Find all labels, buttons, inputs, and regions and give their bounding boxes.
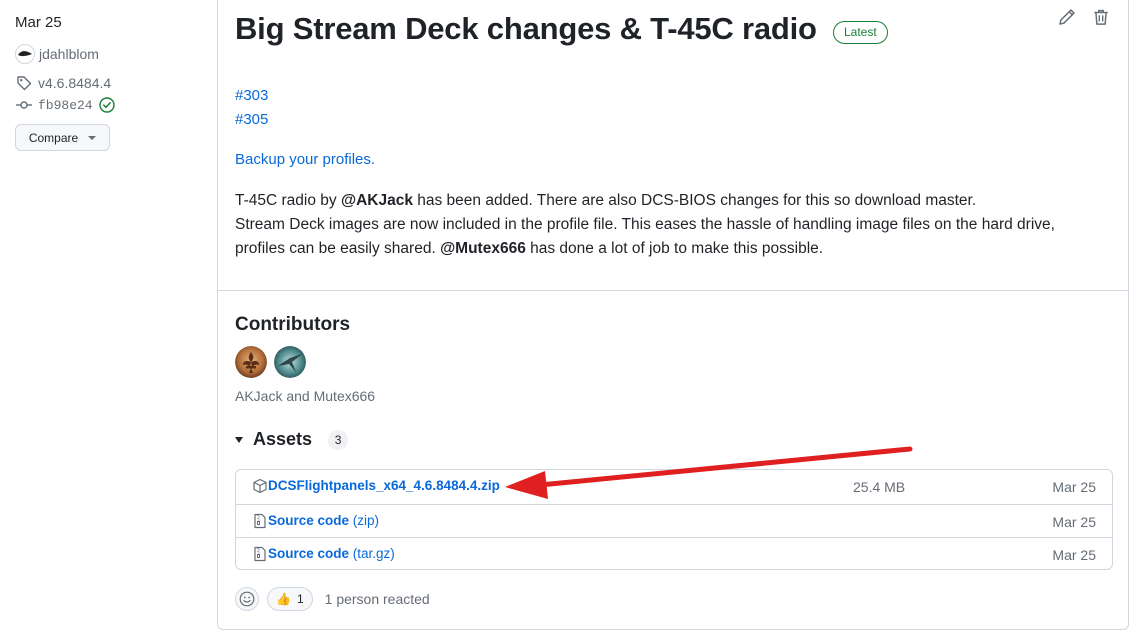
trash-icon[interactable] [1092, 8, 1110, 26]
line3-pre: profiles can be easily shared. [235, 240, 441, 257]
asset-name[interactable]: DCSFlightpanels_x64_4.6.8484.4.zip [268, 478, 500, 493]
verified-check-icon[interactable] [98, 97, 115, 113]
line3-post: has done a lot of job to make this possi… [525, 240, 824, 257]
commit-sha[interactable]: fb98e24 [38, 98, 93, 113]
release-notes-line-3: profiles can be easily shared. @Mutex666… [235, 237, 1115, 261]
line1-pre: T-45C radio by [235, 192, 341, 209]
asset-link-zip-release[interactable]: DCSFlightpanels_x64_4.6.8484.4.zip [268, 478, 500, 493]
compare-label: Compare [28, 130, 79, 145]
git-commit-icon [16, 101, 32, 109]
assets-count-badge: 3 [328, 429, 349, 450]
issue-link-305[interactable]: #305 [235, 111, 268, 128]
compare-button[interactable]: Compare [15, 124, 110, 151]
reaction-summary: 1 person reacted [324, 591, 430, 607]
mention-akjack[interactable]: @AKJack [341, 192, 413, 209]
release-title[interactable]: Big Stream Deck changes & T-45C radio [235, 11, 817, 47]
contributor-avatar-akjack[interactable] [235, 346, 267, 378]
asset-link-source-zip[interactable]: Source code (zip) [268, 513, 379, 528]
asset-date: Mar 25 [1052, 514, 1096, 530]
release-notes-line-1: T-45C radio by @AKJack has been added. T… [235, 189, 1115, 213]
tag-name[interactable]: v4.6.8484.4 [38, 75, 111, 91]
thumbs-up-reaction-button[interactable]: 👍 1 [267, 587, 313, 611]
release-date: Mar 25 [15, 14, 62, 31]
assets-list: DCSFlightpanels_x64_4.6.8484.4.zip 25.4 … [235, 469, 1113, 570]
asset-name[interactable]: Source code [268, 546, 349, 561]
issue-link-303[interactable]: #303 [235, 87, 268, 104]
asset-date: Mar 25 [1052, 547, 1096, 563]
author[interactable]: jdahlblom [15, 44, 99, 64]
file-zip-icon [254, 546, 266, 562]
divider [218, 290, 1128, 291]
triangle-down-icon [235, 436, 243, 443]
asset-name[interactable]: Source code [268, 513, 349, 528]
release-notes-line-2: Stream Deck images are now included in t… [235, 216, 1055, 233]
fleur-de-lis-avatar-icon [235, 346, 267, 378]
package-icon [253, 478, 267, 494]
file-zip-icon [254, 513, 266, 529]
mention-mutex666[interactable]: @Mutex666 [440, 240, 526, 257]
asset-date: Mar 25 [1052, 479, 1096, 495]
asset-link-source-targz[interactable]: Source code (tar.gz) [268, 546, 395, 561]
assets-toggle[interactable]: Assets 3 [235, 429, 349, 450]
asset-row: Source code (zip) Mar 25 [236, 504, 1112, 537]
line1-post: has been added. There are also DCS-BIOS … [412, 192, 977, 209]
tag-link[interactable]: v4.6.8484.4 [16, 75, 111, 91]
pencil-icon[interactable] [1058, 8, 1076, 26]
contributors-heading: Contributors [235, 314, 351, 335]
contributor-avatar-mutex666[interactable] [274, 346, 306, 378]
avatar[interactable] [15, 44, 35, 64]
jet-avatar-icon [274, 346, 306, 378]
thumbs-up-icon: 👍 [276, 592, 291, 606]
asset-suffix[interactable]: (tar.gz) [353, 546, 395, 561]
contributor-names: AKJack and Mutex666 [235, 388, 376, 404]
latest-badge: Latest [833, 21, 888, 44]
commit-link[interactable]: fb98e24 [16, 97, 115, 113]
add-reaction-button[interactable] [235, 587, 259, 611]
assets-heading: Assets [253, 429, 313, 449]
author-avatar-icon [18, 51, 32, 57]
smiley-icon [239, 591, 255, 607]
reaction-count: 1 [296, 592, 304, 606]
author-name[interactable]: jdahlblom [39, 46, 99, 62]
tag-icon [17, 76, 32, 91]
asset-suffix[interactable]: (zip) [353, 513, 379, 528]
caret-down-icon [88, 135, 97, 140]
backup-profiles-link[interactable]: Backup your profiles. [235, 151, 375, 168]
release-notes: T-45C radio by @AKJack has been added. T… [235, 189, 1115, 261]
reactions-bar: 👍 1 1 person reacted [235, 587, 430, 611]
asset-size: 25.4 MB [853, 479, 906, 495]
release-sidebar: Mar 25 jdahlblom v4.6.8484.4 fb98e24 Com… [0, 0, 216, 636]
asset-row: DCSFlightpanels_x64_4.6.8484.4.zip 25.4 … [236, 470, 1112, 503]
release-card: Big Stream Deck changes & T-45C radio La… [217, 0, 1129, 630]
asset-row: Source code (tar.gz) Mar 25 [236, 537, 1112, 570]
